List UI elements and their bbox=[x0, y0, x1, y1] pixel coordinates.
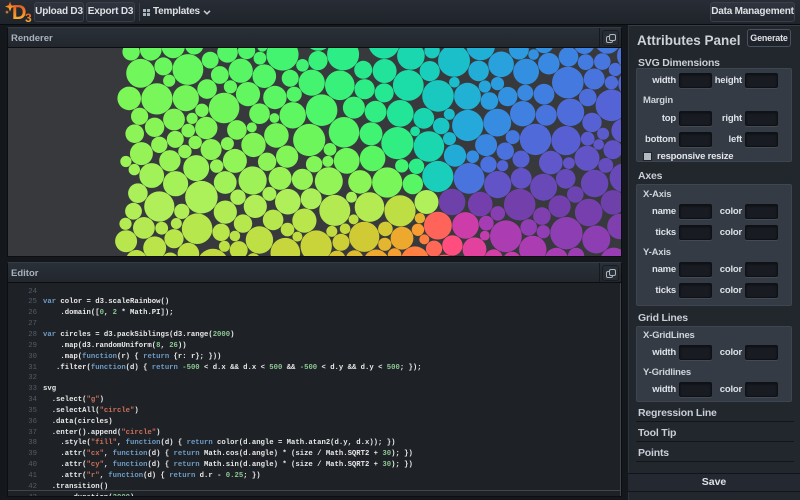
svg-text:3: 3 bbox=[25, 11, 32, 24]
